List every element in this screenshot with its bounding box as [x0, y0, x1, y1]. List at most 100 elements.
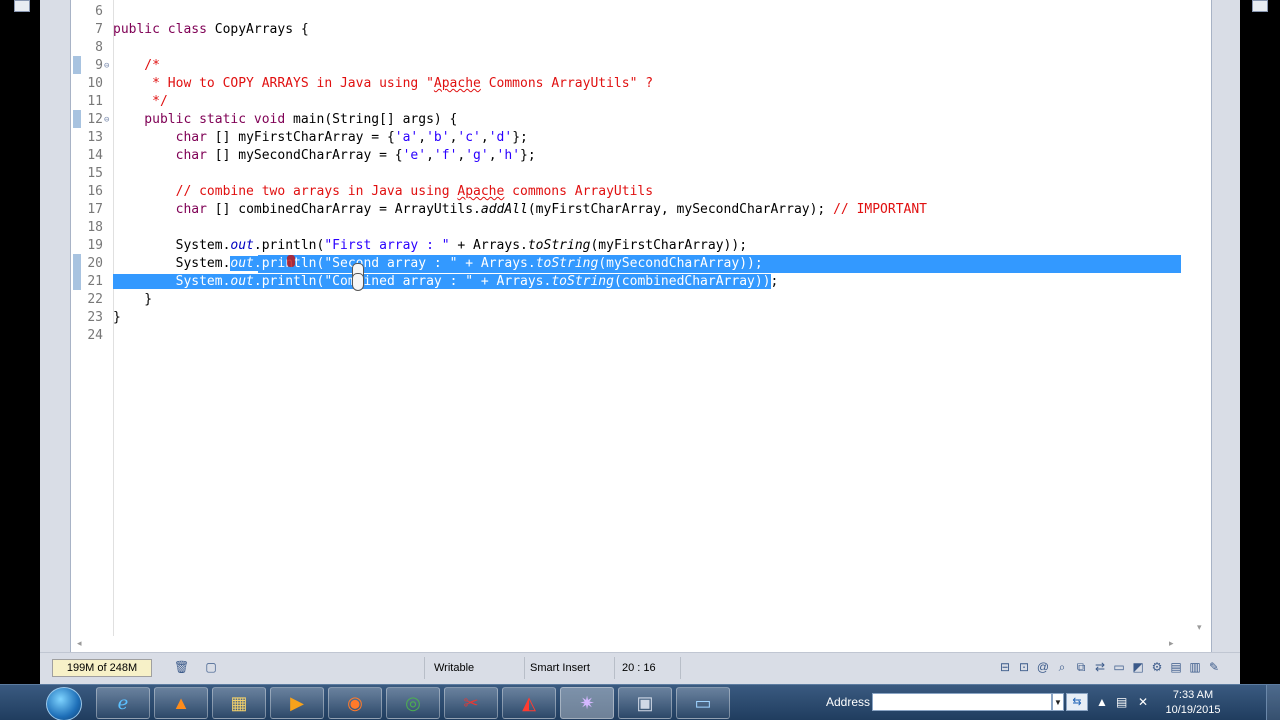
code-line[interactable]: char [] mySecondCharArray = {'e','f','g'… — [113, 147, 536, 165]
code-line[interactable]: public static void main(String[] args) { — [113, 111, 457, 129]
save-icon[interactable]: ▣ — [618, 687, 672, 719]
vlc-icon[interactable]: ▲ — [154, 687, 208, 719]
code-token: out — [230, 274, 254, 289]
code-token: public static void — [113, 112, 286, 127]
code-token: + Arrays. — [473, 274, 552, 289]
volume-muted-icon[interactable]: ✕ — [1138, 695, 1148, 709]
code-line[interactable]: char [] myFirstCharArray = {'a','b','c',… — [113, 129, 528, 147]
code-line[interactable]: System.out.println("Combined array : " +… — [113, 273, 778, 291]
code-line[interactable]: // combine two arrays in Java using Apac… — [113, 183, 653, 201]
screen-icon[interactable]: ▭ — [676, 687, 730, 719]
heap-status[interactable]: 199M of 248M — [52, 659, 152, 677]
code-token: , — [480, 130, 489, 145]
explorer-icon[interactable]: ▦ — [212, 687, 266, 719]
code-line[interactable]: } — [113, 291, 152, 309]
code-token: 'g' — [465, 148, 489, 163]
code-line[interactable]: } — [113, 309, 121, 327]
code-line[interactable]: */ — [113, 93, 168, 111]
windows-orb-icon[interactable] — [46, 687, 82, 720]
overview-ruler-left[interactable] — [71, 0, 83, 636]
code-token: CopyArrays { — [206, 22, 309, 37]
gear-icon[interactable]: ⚙ — [1150, 660, 1164, 674]
horizontal-scrollbar[interactable]: ◂ ▸ — [71, 636, 1211, 652]
line-number: 9 — [95, 58, 103, 73]
code-line[interactable]: System.out.println("First array : " + Ar… — [113, 237, 747, 255]
code-token: [] myFirstCharArray = { — [206, 130, 395, 145]
scroll-down-icon[interactable]: ▾ — [1197, 622, 1202, 633]
code-token: toString — [527, 238, 591, 253]
code-line[interactable]: public class CopyArrays { — [113, 21, 309, 39]
pen-icon[interactable]: ✎ — [1207, 660, 1221, 674]
code-token: char — [175, 202, 207, 217]
line-number: 15 — [87, 166, 103, 181]
tool-icon-1[interactable]: ⊟ — [998, 660, 1012, 674]
eclipse-icon[interactable]: ✷ — [560, 687, 614, 719]
firefox-icon[interactable]: ◉ — [328, 687, 382, 719]
code-token: out — [230, 238, 254, 253]
cursor-position-status: 20 : 16 — [622, 662, 656, 674]
status-separator — [524, 657, 525, 679]
writable-status: Writable — [434, 662, 475, 674]
ruler-mark — [73, 254, 81, 290]
fold-toggle-icon[interactable]: ⊖ — [104, 111, 113, 129]
show-desktop-button[interactable] — [1266, 685, 1280, 720]
view-toggle-icon[interactable] — [1252, 0, 1268, 12]
clock-date: 10/19/2015 — [1165, 704, 1221, 716]
panel-icon[interactable]: ▤ — [1169, 660, 1183, 674]
code-token: char — [175, 130, 207, 145]
code-token: + Arrays. — [457, 256, 536, 271]
java-editor[interactable]: 6 7 8 9 ⊖ 10 11 12 ⊖ 13 14 15 16 17 18 19 20 21 22 23 24 pub… — [71, 0, 1211, 636]
code-token: "Combined array : " — [324, 274, 474, 289]
scroll-right-icon[interactable]: ▸ — [1169, 638, 1174, 649]
map-icon[interactable]: ◩ — [1131, 660, 1145, 674]
code-token: System. — [113, 274, 231, 289]
line-number: 22 — [87, 292, 103, 307]
code-line[interactable]: System.out.println("Second array : " + A… — [113, 255, 1181, 273]
clock-time: 7:33 AM — [1172, 689, 1214, 701]
acrobat-icon[interactable]: ◭ — [502, 687, 556, 719]
copy-icon[interactable]: ⧉ — [1074, 660, 1088, 674]
code-token: Commons ArrayUtils" ? — [480, 76, 654, 91]
code-line[interactable]: /* — [113, 57, 160, 75]
code-token: .println( — [253, 238, 325, 253]
sync-icon[interactable]: ⇄ — [1093, 660, 1107, 674]
line-number: 13 — [87, 130, 103, 145]
trash-icon[interactable]: 🗑 — [174, 660, 189, 674]
go-icon[interactable]: ⇆ — [1066, 693, 1088, 711]
code-area[interactable]: public class CopyArrays { /* * How to CO… — [113, 0, 1211, 636]
fold-toggle-icon[interactable]: ⊖ — [104, 57, 113, 75]
code-line[interactable]: char [] combinedCharArray = ArrayUtils.a… — [113, 201, 927, 219]
clock[interactable]: 7:33 AM 10/19/2015 — [1160, 688, 1226, 718]
scroll-left-icon[interactable]: ◂ — [77, 638, 82, 649]
line-number: 8 — [95, 40, 103, 55]
address-input[interactable] — [872, 693, 1052, 711]
code-line[interactable]: * How to COPY ARRAYS in Java using "Apac… — [113, 75, 653, 93]
panel-alt-icon[interactable]: ▥ — [1188, 660, 1202, 674]
code-token: Apache — [433, 76, 481, 91]
code-token: 'c' — [457, 130, 481, 145]
tool-icon-2[interactable]: ⊡ — [1017, 660, 1031, 674]
code-token: [] combinedCharArray = ArrayUtils. — [206, 202, 481, 217]
media-player-icon[interactable]: ▶ — [270, 687, 324, 719]
code-token: addAll — [480, 202, 528, 217]
monitor-icon[interactable]: ▭ — [1112, 660, 1126, 674]
code-token: 'b' — [426, 130, 450, 145]
code-token: */ — [113, 94, 168, 109]
tray-arrow-icon[interactable]: ▲ — [1096, 695, 1108, 709]
line-number: 10 — [87, 76, 103, 91]
snipping-icon[interactable]: ✂ — [444, 687, 498, 719]
restore-box-icon[interactable] — [14, 0, 30, 12]
network-icon[interactable]: ▤ — [1116, 695, 1127, 709]
new-window-icon[interactable]: ▢ — [204, 660, 218, 674]
line-number: 14 — [87, 148, 103, 163]
line-number: 18 — [87, 220, 103, 235]
chrome-icon[interactable]: ◎ — [386, 687, 440, 719]
code-token: * How to COPY ARRAYS in Java using " — [113, 76, 434, 91]
address-dropdown-icon[interactable]: ▼ — [1052, 693, 1064, 711]
code-token: toString — [551, 274, 614, 289]
ie-icon[interactable]: ℯ — [96, 687, 150, 719]
at-icon[interactable]: @ — [1036, 660, 1050, 674]
search-doc-icon[interactable]: ⌕ — [1055, 660, 1069, 674]
